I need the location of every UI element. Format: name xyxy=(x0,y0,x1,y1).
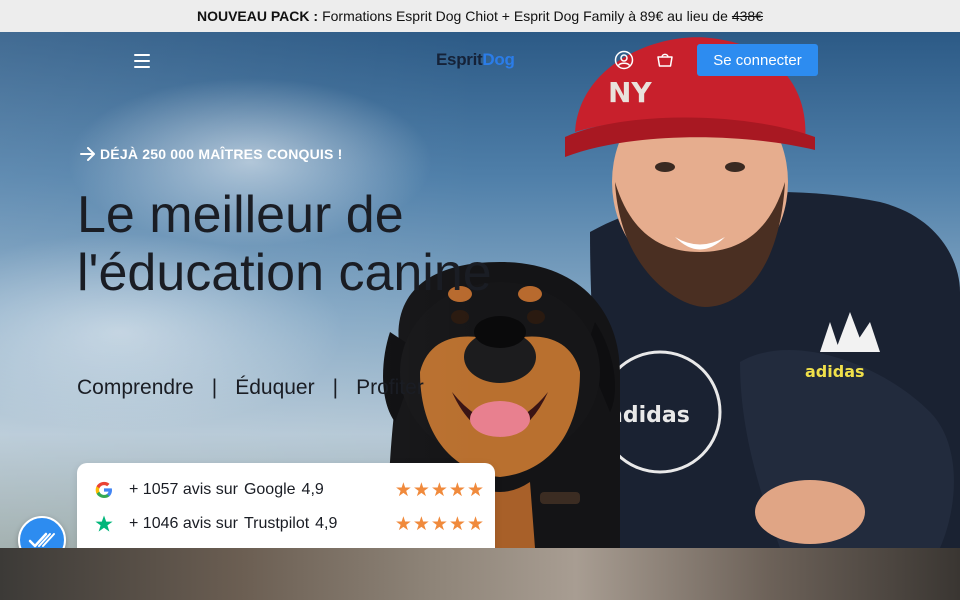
announcement-label: NOUVEAU PACK : xyxy=(196,8,319,24)
review-rating: 4,9 xyxy=(315,515,338,532)
tagline-separator: | xyxy=(332,376,339,399)
tagline-separator: | xyxy=(211,376,218,399)
menu-icon[interactable] xyxy=(134,52,154,70)
hero-badge: DÉJÀ 250 000 MAÎTRES CONQUIS ! xyxy=(80,146,343,162)
review-stars: ★★★★★ xyxy=(394,513,485,535)
svg-text:adidas: adidas xyxy=(608,403,690,428)
review-rating: 4,9 xyxy=(301,481,324,498)
hero-badge-text: DÉJÀ 250 000 MAÎTRES CONQUIS ! xyxy=(100,146,343,162)
tagline-item: Comprendre xyxy=(77,376,194,399)
tagline-item: Profiter xyxy=(356,376,424,399)
announcement-old-price: 438€ xyxy=(731,8,764,24)
login-button[interactable]: Se connecter xyxy=(697,44,818,76)
announcement-bar: NOUVEAU PACK : Formations Esprit Dog Chi… xyxy=(0,0,960,32)
brand-logo-part1: Esprit xyxy=(436,50,483,69)
cart-icon[interactable] xyxy=(655,50,675,70)
google-icon xyxy=(93,479,115,501)
next-section-image xyxy=(0,548,960,600)
review-source: Trustpilot xyxy=(243,515,310,532)
hero-headline: Le meilleur de l'éducation canine xyxy=(77,186,492,302)
account-icon[interactable] xyxy=(614,50,634,70)
review-count: + 1046 avis sur xyxy=(129,515,238,532)
review-count: + 1057 avis sur xyxy=(129,481,238,498)
announcement-text: Formations Esprit Dog Chiot + Esprit Dog… xyxy=(322,8,728,24)
tagline-item: Éduquer xyxy=(235,376,315,399)
review-source: Google xyxy=(243,481,296,498)
hero-tagline: Comprendre | Éduquer | Profiter xyxy=(77,376,424,400)
svg-text:NY: NY xyxy=(608,76,652,109)
review-stars: ★★★★★ xyxy=(394,479,485,501)
reviews-card: + 1057 avis sur Google 4,9 ★★★★★ + 1046 … xyxy=(77,463,495,559)
brand-logo[interactable]: EspritDog xyxy=(436,50,515,70)
svg-text:adidas: adidas xyxy=(805,362,865,381)
trustpilot-icon xyxy=(93,513,115,535)
arrow-right-icon xyxy=(80,147,95,161)
brand-logo-part2: Dog xyxy=(482,50,515,69)
review-row-trustpilot[interactable]: + 1046 avis sur Trustpilot 4,9 ★★★★★ xyxy=(93,511,485,537)
review-row-google[interactable]: + 1057 avis sur Google 4,9 ★★★★★ xyxy=(93,477,485,503)
